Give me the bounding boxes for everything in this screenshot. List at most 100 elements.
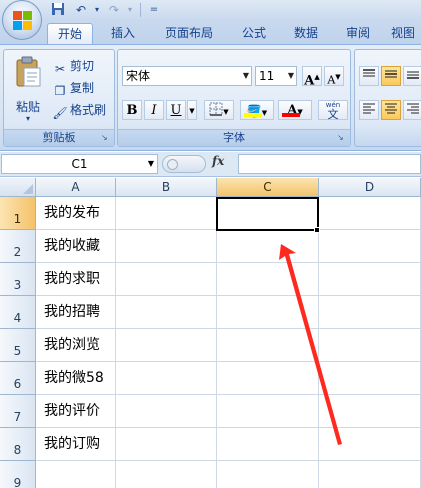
column-header-d[interactable]: D bbox=[319, 178, 421, 197]
tab-view[interactable]: 视图 bbox=[391, 23, 421, 44]
name-box-value: C1 bbox=[71, 157, 88, 171]
align-top-icon bbox=[363, 69, 375, 77]
gridline bbox=[115, 197, 116, 488]
shrink-font-button[interactable]: A▼ bbox=[324, 66, 344, 87]
clipboard-launcher-icon[interactable]: ↘ bbox=[101, 133, 111, 143]
phonetic-char-label: 文 bbox=[327, 108, 339, 121]
align-top-button[interactable] bbox=[359, 66, 379, 86]
grow-font-button[interactable]: A▲ bbox=[302, 66, 322, 89]
cell-a5[interactable]: 我的浏览 bbox=[44, 329, 100, 362]
scissors-icon: ✂ bbox=[54, 62, 66, 76]
copy-button[interactable]: ❐ 复制 bbox=[52, 78, 94, 98]
name-box[interactable]: C1 ▼ bbox=[1, 154, 158, 174]
chevron-down-icon: ▼ bbox=[287, 71, 294, 80]
underline-dropdown-icon[interactable]: ▼ bbox=[187, 100, 197, 120]
align-center-button[interactable] bbox=[381, 100, 401, 120]
chevron-down-icon[interactable]: ▼ bbox=[148, 155, 154, 173]
font-color-button[interactable]: A▼ bbox=[278, 100, 312, 120]
copy-icon: ❐ bbox=[54, 84, 66, 98]
align-center-icon bbox=[385, 103, 397, 114]
row-header-7[interactable]: 7 bbox=[0, 395, 36, 428]
copy-label: 复制 bbox=[70, 81, 95, 95]
cell-a8[interactable]: 我的订购 bbox=[44, 428, 100, 461]
tab-home[interactable]: 开始 bbox=[47, 23, 93, 44]
formula-input[interactable] bbox=[238, 154, 421, 174]
cell-a3[interactable]: 我的求职 bbox=[44, 263, 100, 296]
row-header-2[interactable]: 2 bbox=[0, 230, 36, 263]
align-bottom-button[interactable] bbox=[403, 66, 421, 86]
insert-function-button[interactable]: fx bbox=[212, 154, 224, 168]
gridline bbox=[216, 197, 217, 488]
fill-color-button[interactable]: 🪣▼ bbox=[240, 100, 274, 120]
cut-label: 剪切 bbox=[70, 59, 95, 73]
row-header-4[interactable]: 4 bbox=[0, 296, 36, 329]
borders-icon bbox=[209, 102, 223, 116]
customize-quick-access-icon[interactable]: = bbox=[146, 2, 162, 18]
quick-access-separator bbox=[140, 3, 141, 17]
save-icon[interactable] bbox=[50, 2, 66, 18]
paste-button[interactable]: 粘贴 ▾ bbox=[8, 54, 48, 128]
formula-bar: C1 ▼ fx bbox=[0, 152, 421, 177]
cell-a1[interactable]: 我的发布 bbox=[44, 197, 100, 230]
ribbon: 粘贴 ▾ ✂ 剪切 ❐ 复制 🖌 格式刷 剪贴板 ↘ 宋体 ▼ 11 ▼ A▲ A▼ … bbox=[0, 44, 421, 151]
row-header-9[interactable]: 9 bbox=[0, 461, 36, 488]
tab-data[interactable]: 数据 bbox=[286, 23, 326, 44]
align-middle-button[interactable] bbox=[381, 66, 401, 86]
chevron-down-icon: ▼ bbox=[242, 71, 249, 80]
select-all-corner[interactable] bbox=[0, 178, 36, 197]
paste-dropdown-icon[interactable]: ▾ bbox=[8, 114, 48, 123]
align-right-button[interactable] bbox=[403, 100, 421, 120]
bold-button[interactable]: B bbox=[122, 100, 142, 120]
row-header-5[interactable]: 5 bbox=[0, 329, 36, 362]
underline-button[interactable]: U bbox=[166, 100, 186, 120]
font-group-label: 字体 bbox=[118, 129, 350, 146]
row-header-3[interactable]: 3 bbox=[0, 263, 36, 296]
paste-icon bbox=[16, 56, 41, 87]
font-name-select[interactable]: 宋体 ▼ bbox=[122, 66, 252, 86]
font-group: 宋体 ▼ 11 ▼ A▲ A▼ B I U ▼ ▼ 🪣▼ A▼ wén 文 字体… bbox=[117, 49, 351, 147]
clipboard-group: 粘贴 ▾ ✂ 剪切 ❐ 复制 🖌 格式刷 剪贴板 ↘ bbox=[3, 49, 115, 147]
grow-font-label: A bbox=[304, 73, 315, 89]
office-button[interactable] bbox=[2, 0, 42, 40]
borders-button[interactable]: ▼ bbox=[204, 100, 234, 120]
cell-a6[interactable]: 我的微58 bbox=[44, 362, 104, 395]
tab-page-layout[interactable]: 页面布局 bbox=[157, 23, 221, 44]
annotation-arrow-shape bbox=[279, 244, 342, 445]
column-header-c[interactable]: C bbox=[217, 178, 319, 197]
office-logo-icon bbox=[13, 11, 32, 30]
align-right-icon bbox=[407, 103, 419, 114]
cut-button[interactable]: ✂ 剪切 bbox=[52, 56, 94, 76]
phonetic-button[interactable]: wén 文 bbox=[318, 100, 348, 120]
align-left-button[interactable] bbox=[359, 100, 379, 120]
alignment-group bbox=[354, 49, 421, 147]
column-header-a[interactable]: A bbox=[36, 178, 116, 197]
redo-icon[interactable]: ↷ bbox=[106, 2, 122, 18]
cell-a4[interactable]: 我的招聘 bbox=[44, 296, 100, 329]
font-name-value: 宋体 bbox=[126, 69, 151, 83]
paintbrush-icon: 🖌 bbox=[52, 106, 68, 120]
title-bar: ↶ ▾ ↷ ▾ = bbox=[0, 0, 421, 40]
italic-button[interactable]: I bbox=[144, 100, 164, 120]
row-header-8[interactable]: 8 bbox=[0, 428, 36, 461]
redo-dropdown-icon[interactable]: ▾ bbox=[122, 2, 138, 18]
tab-review[interactable]: 审阅 bbox=[338, 23, 378, 44]
undo-icon[interactable]: ↶ bbox=[73, 2, 89, 18]
undo-dropdown-icon[interactable]: ▾ bbox=[89, 2, 105, 18]
active-cell-c1[interactable] bbox=[216, 197, 319, 231]
row-header-1[interactable]: 1 bbox=[0, 197, 36, 230]
align-left-icon bbox=[363, 103, 375, 114]
column-header-b[interactable]: B bbox=[116, 178, 217, 197]
tab-insert[interactable]: 插入 bbox=[103, 23, 143, 44]
font-size-select[interactable]: 11 ▼ bbox=[255, 66, 297, 86]
cell-a2[interactable]: 我的收藏 bbox=[44, 230, 100, 263]
formula-pill bbox=[162, 155, 206, 173]
row-header-6[interactable]: 6 bbox=[0, 362, 36, 395]
tab-formulas[interactable]: 公式 bbox=[234, 23, 274, 44]
cell-a7[interactable]: 我的评价 bbox=[44, 395, 100, 428]
format-painter-label: 格式刷 bbox=[70, 103, 107, 117]
formula-controls: fx bbox=[160, 154, 236, 174]
fill-handle[interactable] bbox=[314, 227, 320, 233]
font-launcher-icon[interactable]: ↘ bbox=[337, 133, 347, 143]
align-middle-icon bbox=[385, 70, 397, 78]
format-painter-button[interactable]: 🖌 格式刷 bbox=[52, 100, 106, 120]
